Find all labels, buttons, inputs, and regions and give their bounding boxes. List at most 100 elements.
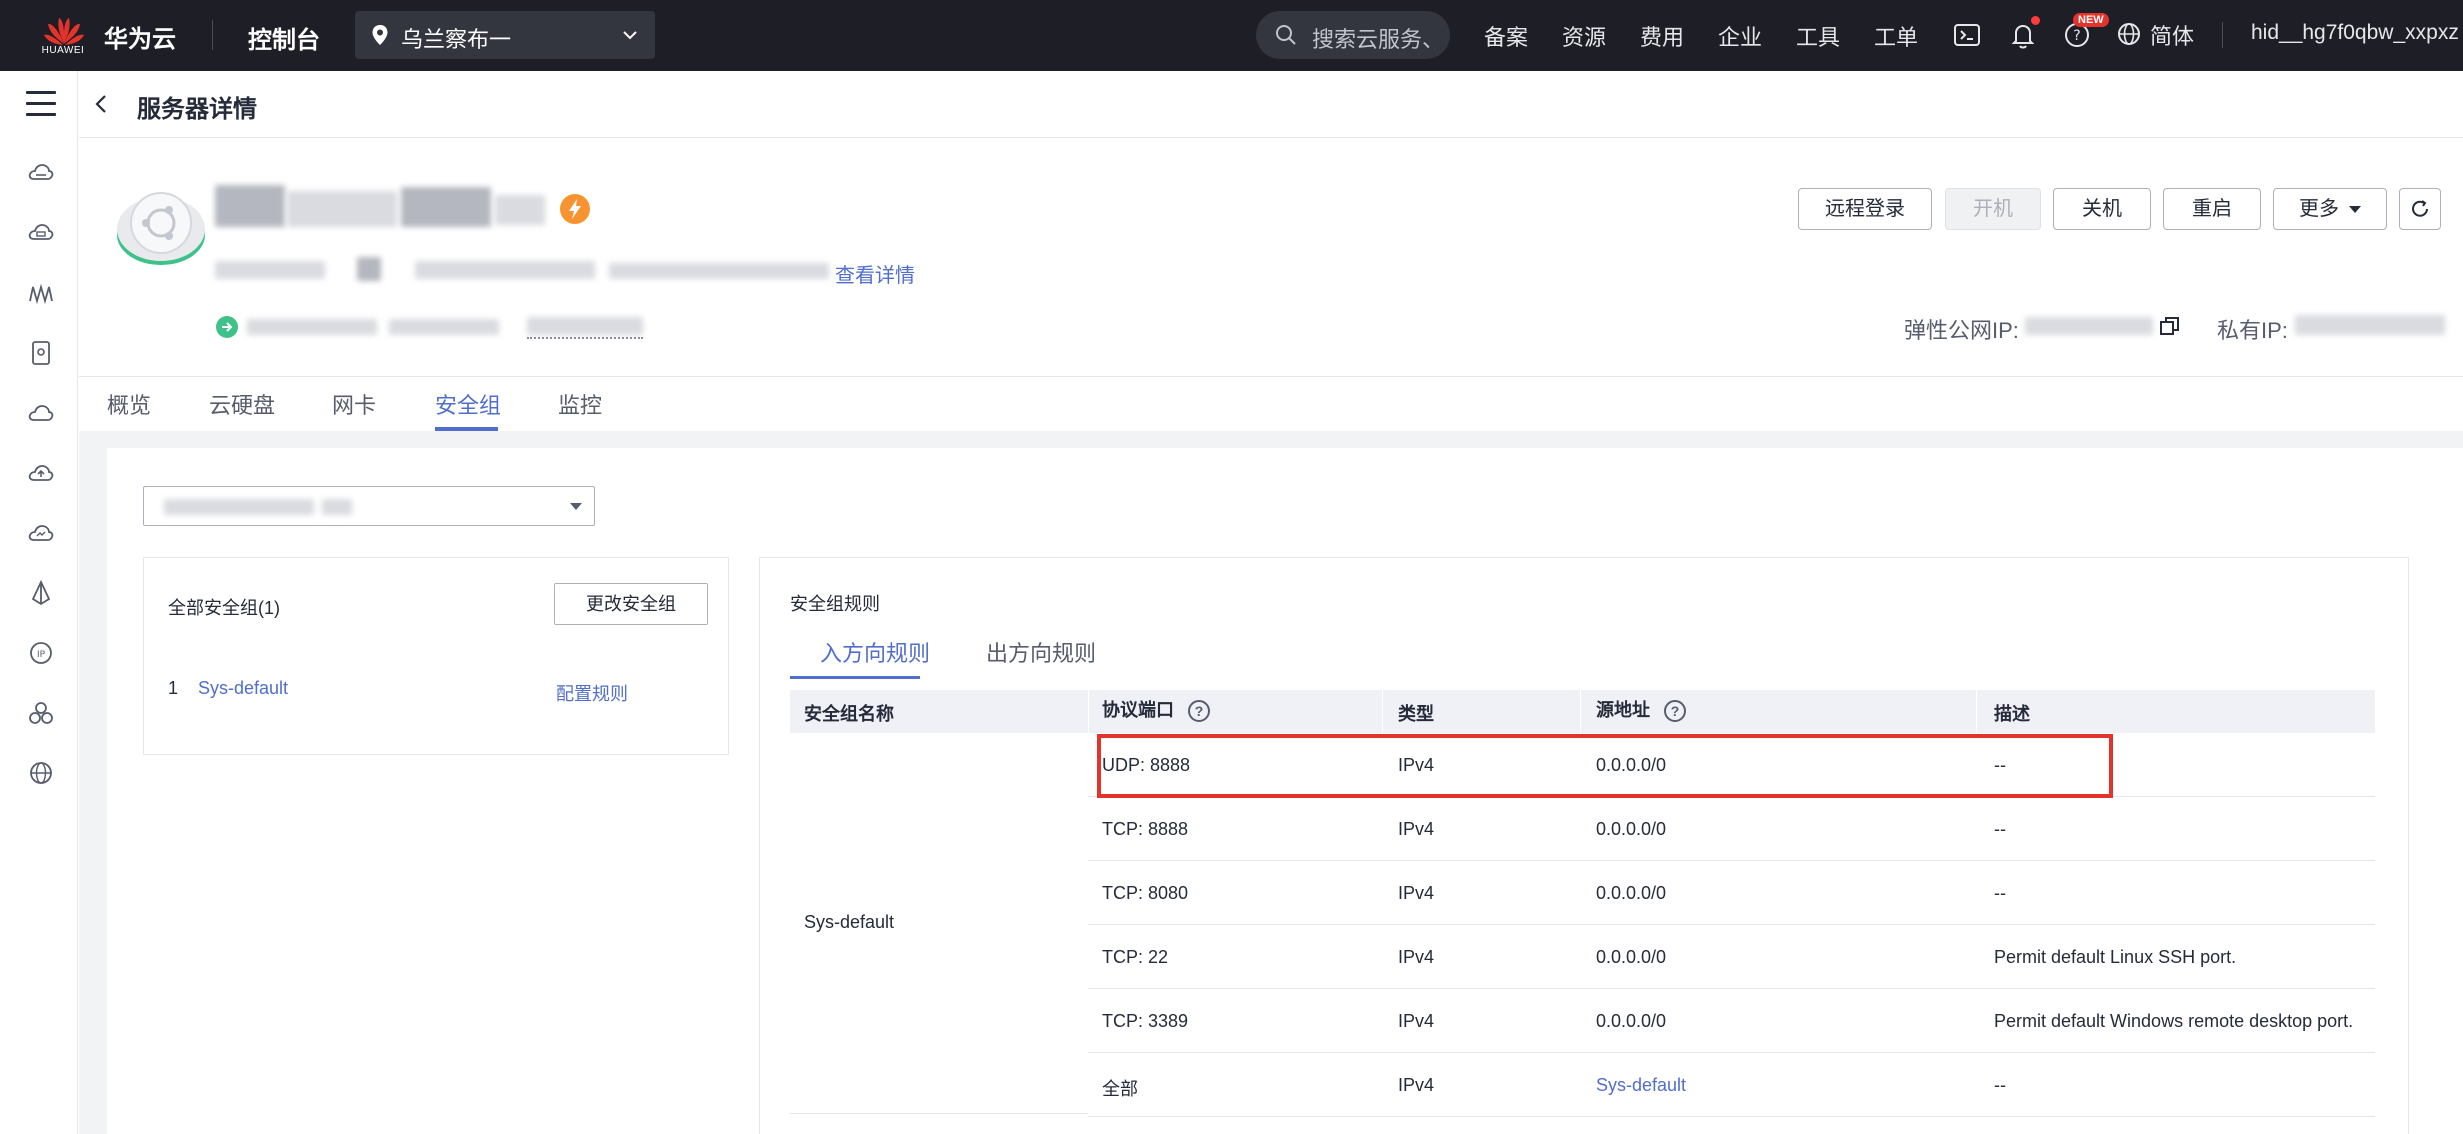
rule-source: 0.0.0.0/0: [1596, 883, 1667, 903]
view-details-link[interactable]: 查看详情: [835, 259, 915, 288]
rule-source: 0.0.0.0/0: [1596, 755, 1667, 775]
table-row: 全部 IPv4 Sys-default --: [1088, 1053, 2375, 1117]
rule-type: IPv4: [1398, 819, 1435, 839]
globe-icon[interactable]: [2116, 21, 2142, 47]
brand-name[interactable]: 华为云: [104, 19, 176, 54]
server-summary: 查看详情 远程登录 开机 关机 重启 更多 弹性公网IP: 私有IP:: [79, 139, 2463, 375]
column-header-port-label: 协议端口: [1102, 700, 1174, 720]
rule-description: Permit default Linux SSH port.: [1994, 947, 2237, 967]
security-group-index: 1: [168, 678, 179, 698]
copy-icon[interactable]: [2159, 315, 2181, 337]
cloud-shell-icon[interactable]: [1952, 20, 1982, 50]
svg-text:?: ?: [2073, 28, 2080, 44]
cloud-server-icon[interactable]: [27, 159, 55, 187]
column-divider: [1382, 690, 1383, 733]
menu-enterprise[interactable]: 企业: [1718, 20, 1762, 52]
user-account[interactable]: hid__hg7f0qbw_xxpxz: [2251, 21, 2459, 45]
table-row: TCP: 8080 IPv4 0.0.0.0/0 --: [1088, 861, 2375, 925]
menu-beian[interactable]: 备案: [1484, 20, 1528, 52]
pyramid-icon[interactable]: [27, 579, 55, 607]
flavor-text-blurred: [527, 317, 643, 335]
column-header-source-label: 源地址: [1596, 700, 1650, 720]
region-label: 乌兰察布一: [401, 27, 512, 52]
cloud-monitor-icon[interactable]: [27, 519, 55, 547]
elastic-ip-icon[interactable]: IP: [27, 639, 55, 667]
storage-icon[interactable]: [27, 339, 55, 367]
language-switch[interactable]: 简体: [2150, 19, 2194, 51]
rule-port: TCP: 8888: [1102, 819, 1189, 839]
refresh-button[interactable]: [2399, 188, 2441, 230]
more-actions-button[interactable]: 更多: [2273, 188, 2387, 230]
rule-source-link[interactable]: Sys-default: [1596, 1075, 1686, 1096]
security-group-name-link[interactable]: Sys-default: [198, 678, 288, 699]
rule-description: Permit default Windows remote desktop po…: [1994, 1011, 2354, 1031]
private-ip-blurred: [2295, 315, 2445, 335]
question-icon[interactable]: ?: [1188, 700, 1210, 723]
nic-name-blurred: [322, 499, 352, 515]
svg-text:IP: IP: [37, 650, 46, 660]
rule-type: IPv4: [1398, 755, 1435, 775]
server-desc-blurred: [609, 263, 829, 279]
rules-title: 安全组规则: [790, 594, 880, 614]
table-row: TCP: 22 IPv4 0.0.0.0/0 Permit default Li…: [1088, 925, 2375, 989]
rule-type: IPv4: [1398, 883, 1435, 903]
nav-divider: [212, 20, 213, 50]
question-icon[interactable]: ?: [1664, 700, 1686, 723]
remote-login-button[interactable]: 远程登录: [1798, 188, 1932, 230]
dotted-underline: [527, 337, 643, 339]
cloud-icon[interactable]: [27, 399, 55, 427]
table-row: UDP: 8888 IPv4 0.0.0.0/0 --: [1088, 733, 2375, 797]
all-security-groups-label: 全部安全组(1): [168, 598, 280, 618]
menu-resources[interactable]: 资源: [1562, 20, 1606, 52]
global-search[interactable]: 搜索云服务、: [1256, 11, 1450, 59]
tab-monitoring[interactable]: 监控: [558, 388, 602, 420]
cloud-upload-icon[interactable]: [27, 459, 55, 487]
tab-outbound-rules[interactable]: 出方向规则: [986, 636, 1096, 668]
rule-type: IPv4: [1398, 1011, 1435, 1031]
rule-source: 0.0.0.0/0: [1596, 819, 1667, 839]
tab-overview[interactable]: 概览: [107, 388, 151, 420]
power-on-button: 开机: [1945, 188, 2041, 230]
configure-rules-link[interactable]: 配置规则: [556, 680, 628, 706]
region-selector[interactable]: 乌兰察布一: [355, 11, 655, 59]
rule-source: 0.0.0.0/0: [1596, 1011, 1667, 1031]
nic-select-dropdown[interactable]: [143, 486, 595, 526]
tab-nic[interactable]: 网卡: [332, 388, 376, 420]
private-ip-label: 私有IP:: [2217, 318, 2288, 343]
menu-billing[interactable]: 费用: [1640, 20, 1684, 52]
console-link[interactable]: 控制台: [248, 20, 320, 55]
top-navigation: HUAWEI 华为云 控制台 乌兰察布一 搜索云服务、 备案 资源 费用 企业 …: [0, 0, 2463, 71]
change-security-group-button[interactable]: 更改安全组: [554, 583, 708, 625]
hamburger-menu-icon[interactable]: [26, 91, 56, 117]
back-arrow-icon[interactable]: [89, 91, 115, 117]
page-header: 服务器详情: [79, 71, 2463, 138]
menu-tools[interactable]: 工具: [1796, 20, 1840, 52]
web-globe-icon[interactable]: [27, 759, 55, 787]
new-badge: NEW: [2073, 13, 2109, 27]
rule-type: IPv4: [1398, 1075, 1435, 1095]
rule-port: TCP: 3389: [1102, 1011, 1189, 1031]
tab-security-group[interactable]: 安全组: [435, 388, 501, 420]
table-row: TCP: 3389 IPv4 0.0.0.0/0 Permit default …: [1088, 989, 2375, 1053]
restart-button[interactable]: 重启: [2163, 188, 2261, 230]
cloud-database-icon[interactable]: [27, 219, 55, 247]
column-header-type: 类型: [1398, 704, 1434, 724]
nav-divider: [2222, 22, 2223, 48]
location-pin-icon: [372, 25, 388, 45]
server-desc-blurred: [357, 257, 381, 281]
table-row: TCP: 8888 IPv4 0.0.0.0/0 --: [1088, 797, 2375, 861]
left-sidebar: IP: [0, 71, 78, 1134]
tab-disks[interactable]: 云硬盘: [209, 388, 275, 420]
power-off-button[interactable]: 关机: [2053, 188, 2151, 230]
column-header-group-name: 安全组名称: [804, 704, 894, 724]
server-desc-blurred: [215, 261, 325, 279]
menu-tickets[interactable]: 工单: [1874, 20, 1918, 52]
rule-description: --: [1994, 1075, 2006, 1095]
public-ip-label: 弹性公网IP:: [1904, 318, 2019, 343]
public-ip-blurred: [2025, 317, 2153, 335]
rule-type: IPv4: [1398, 947, 1435, 967]
tab-inbound-rules[interactable]: 入方向规则: [820, 636, 930, 668]
cluster-icon[interactable]: [27, 699, 55, 727]
network-icon[interactable]: [27, 279, 55, 307]
column-header-port: 协议端口?: [1102, 696, 1210, 723]
